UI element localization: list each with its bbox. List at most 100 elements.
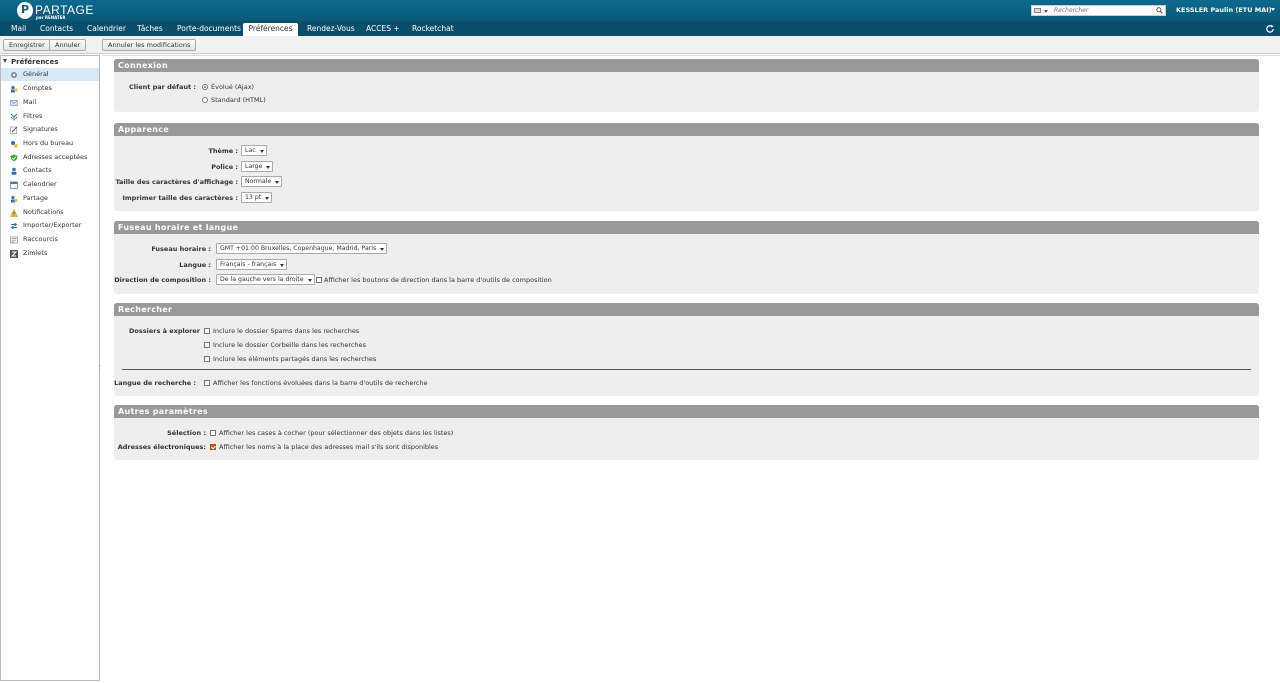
sidebar-item-importer-exporter[interactable]: Importer/Exporter [1, 219, 99, 232]
tab-acces-plus[interactable]: ACCES + [360, 23, 406, 36]
sidebar-item-filtres[interactable]: Filtres [1, 110, 99, 123]
include-shared-label[interactable]: Inclure les éléments partagés dans les r… [213, 355, 376, 363]
search-language-label: Langue de recherche : [114, 379, 196, 387]
shortcuts-icon [10, 236, 18, 244]
font-select[interactable]: Large [241, 161, 274, 172]
section-fuseau-horaire: Fuseau horaire et langue Fuseau horaire … [114, 221, 1259, 294]
gear-icon [11, 72, 17, 78]
section-title: Connexion [114, 59, 1259, 72]
section-apparence: Apparence Thème : Lac Police : Large Tai… [114, 123, 1259, 211]
expand-arrow-icon[interactable] [3, 59, 7, 63]
tab-porte-documents[interactable]: Porte-documents [171, 23, 247, 36]
tree-root-label: Préférences [11, 58, 59, 66]
direction-buttons-label[interactable]: Afficher les boutons de direction dans l… [324, 276, 552, 284]
section-autres-parametres: Autres paramètres Sélection : Afficher l… [114, 405, 1259, 460]
section-connexion: Connexion Client par défaut : Évolué (Aj… [114, 59, 1259, 112]
import-export-icon [10, 222, 18, 230]
partage-logo[interactable]: P PARTAGE par RENATER [17, 2, 97, 20]
undo-changes-button[interactable]: Annuler les modifications [102, 39, 197, 51]
timezone-select[interactable]: GMT +01:00 Bruxelles, Copenhague, Madrid… [216, 243, 388, 254]
display-size-select[interactable]: Normale [241, 176, 283, 187]
sidebar-item-signatures[interactable]: Signatures [1, 123, 99, 136]
sidebar-item-partage[interactable]: Partage [1, 192, 99, 205]
sidebar-item-label: Général [23, 70, 49, 78]
selection-checkbox-label[interactable]: Afficher les cases à cocher (pour sélect… [219, 429, 453, 437]
preferences-content: Connexion Client par défaut : Évolué (Aj… [102, 55, 1280, 682]
sidebar-item-label: Adresses acceptées [23, 153, 88, 161]
sidebar-item-mail[interactable]: Mail [1, 96, 99, 109]
folders-label: Dossiers à explorer [129, 327, 200, 335]
tab-calendrier[interactable]: Calendrier [81, 23, 132, 36]
direction-buttons-checkbox[interactable] [316, 277, 322, 283]
sidebar-item-adresses-acceptees[interactable]: Adresses acceptées [1, 151, 99, 164]
search-icon[interactable] [1156, 7, 1163, 14]
advanced-search-checkbox[interactable] [204, 380, 210, 386]
sidebar-item-notifications[interactable]: Notifications [1, 206, 99, 219]
chevron-down-icon[interactable] [1271, 8, 1275, 11]
font-value: Large [245, 163, 263, 170]
language-select[interactable]: Français - français [216, 259, 288, 270]
cancel-button[interactable]: Annuler [49, 39, 87, 51]
sidebar-item-comptes[interactable]: Comptes [1, 82, 99, 95]
theme-label: Thème : [208, 147, 238, 155]
client-html-radio[interactable] [202, 97, 208, 103]
sidebar-splitter[interactable] [99, 365, 101, 371]
sidebar-item-general[interactable]: Général [1, 68, 99, 81]
selection-checkbox[interactable] [210, 430, 216, 436]
tab-contacts[interactable]: Contacts [34, 23, 79, 36]
tab-taches[interactable]: Tâches [131, 23, 169, 36]
compose-direction-select[interactable]: De la gauche vers la droite [216, 274, 315, 285]
zimlet-icon [10, 250, 18, 258]
addresses-label: Adresses électroniques: [117, 443, 206, 451]
sidebar-item-hors-du-bureau[interactable]: Hors du bureau [1, 137, 99, 150]
sidebar-item-calendrier[interactable]: Calendrier [1, 178, 99, 191]
display-size-label: Taille des caractères d'affichage : [115, 178, 238, 186]
mail-icon [10, 100, 18, 106]
sidebar-item-contacts[interactable]: Contacts [1, 164, 99, 177]
user-menu[interactable]: KESSLER Paulin (ETU MAI) [1176, 6, 1272, 14]
accounts-icon [11, 85, 18, 93]
save-button[interactable]: Enregistrer [3, 39, 51, 51]
sidebar-item-zimlets[interactable]: Zimlets [1, 247, 99, 260]
chevron-down-icon [266, 166, 271, 169]
sidebar-item-raccourcis[interactable]: Raccourcis [1, 233, 99, 246]
default-client-label: Client par défaut : [128, 83, 196, 91]
sidebar-item-label: Partage [23, 194, 48, 202]
sidebar-item-label: Hors du bureau [23, 139, 74, 147]
tab-mail[interactable]: Mail [5, 23, 32, 36]
client-ajax-label[interactable]: Évolué (Ajax) [211, 83, 254, 91]
preferences-sidebar: Préférences Général Comptes Mail Filtres… [0, 55, 100, 681]
include-spam-label[interactable]: Inclure le dossier Spams dans les recher… [213, 327, 359, 335]
include-trash-checkbox[interactable] [204, 342, 210, 348]
tab-rocketchat[interactable]: Rocketchat [406, 23, 460, 36]
theme-select[interactable]: Lac [241, 145, 267, 156]
client-html-label[interactable]: Standard (HTML) [211, 96, 266, 104]
include-trash-label[interactable]: Inclure le dossier Corbeille dans les re… [213, 341, 366, 349]
sidebar-item-label: Signatures [23, 125, 58, 133]
print-size-value: 13 pt [245, 194, 262, 201]
search-type-dropdown[interactable] [1034, 8, 1048, 14]
print-size-select[interactable]: 13 pt [241, 192, 273, 203]
chevron-down-icon [1044, 10, 1048, 13]
share-icon [11, 195, 18, 203]
refresh-icon[interactable] [1265, 24, 1275, 34]
chevron-down-icon [307, 279, 312, 282]
chevron-down-icon [265, 197, 270, 200]
font-label: Police : [211, 163, 238, 171]
search-input[interactable] [1052, 6, 1152, 15]
include-shared-checkbox[interactable] [204, 356, 210, 362]
include-spam-checkbox[interactable] [204, 328, 210, 334]
print-size-label: Imprimer taille des caractères : [122, 194, 238, 202]
logo-subtitle: par RENATER [36, 15, 66, 20]
sidebar-item-label: Notifications [23, 208, 64, 216]
client-ajax-radio[interactable] [202, 84, 208, 90]
logo-mark-icon: P [17, 2, 33, 19]
signature-icon [10, 126, 18, 134]
timezone-label: Fuseau horaire : [151, 245, 211, 253]
show-names-label[interactable]: Afficher les noms à la place des adresse… [219, 443, 438, 451]
tab-rendez-vous[interactable]: Rendez-Vous [301, 23, 361, 36]
tab-preferences[interactable]: Préférences [243, 23, 298, 36]
show-names-checkbox[interactable] [210, 444, 216, 450]
tree-root-preferences[interactable]: Préférences [3, 58, 58, 66]
advanced-search-label[interactable]: Afficher les fonctions évoluées dans la … [213, 379, 428, 387]
